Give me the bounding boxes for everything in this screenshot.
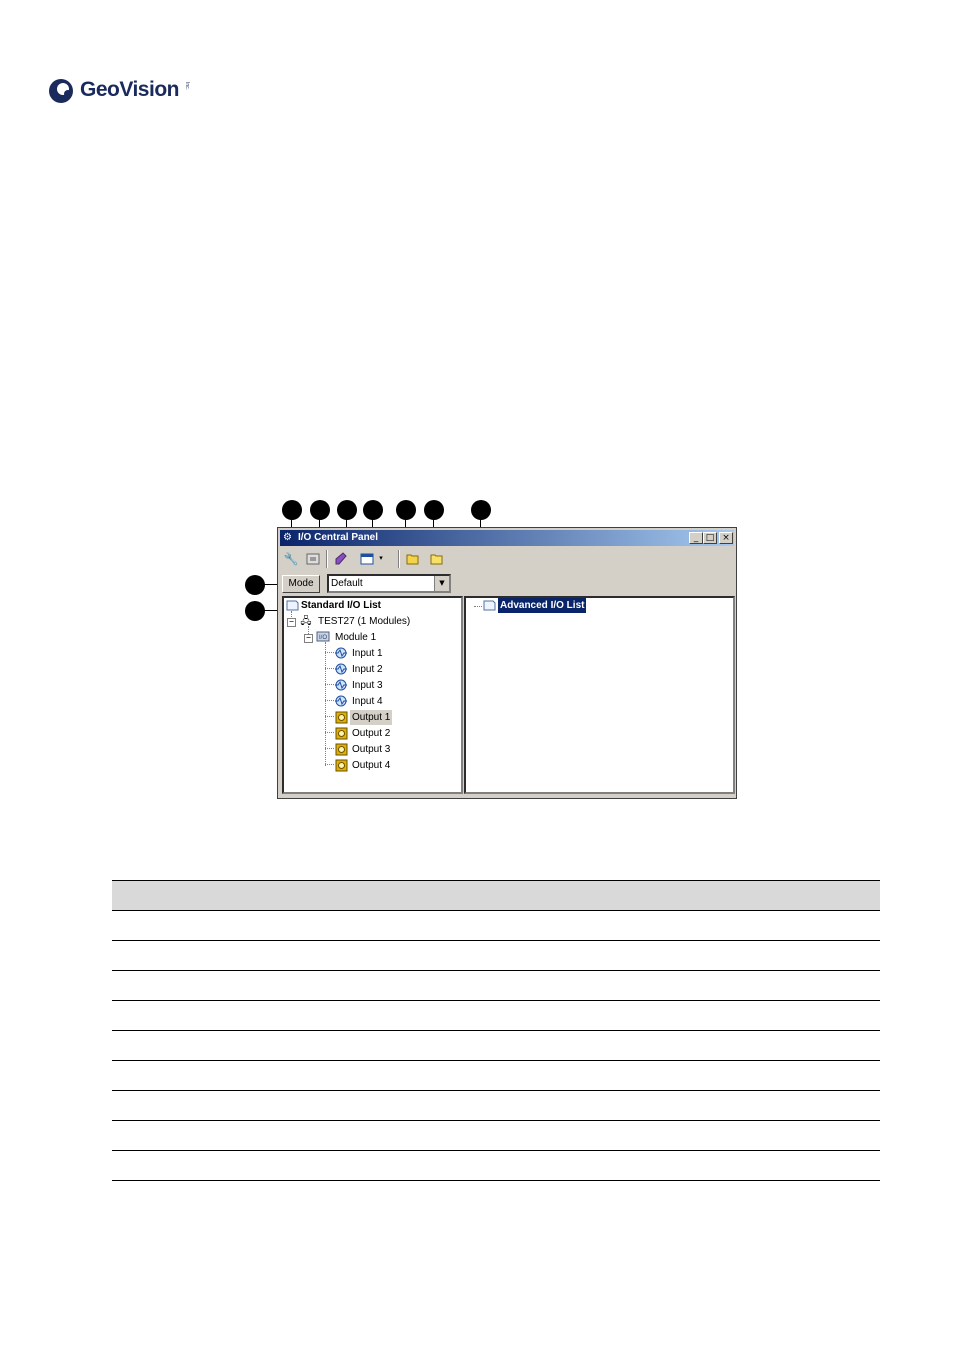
mode-button[interactable]: Mode	[282, 575, 320, 593]
maximize-button[interactable]: □	[703, 532, 717, 544]
table-cell	[112, 1090, 880, 1121]
description-table	[112, 880, 880, 1181]
tree-node-module[interactable]: − I/O Module 1	[284, 630, 459, 645]
table-cell	[112, 880, 880, 911]
host-computer-icon: 🖧	[300, 616, 312, 627]
input-signal-icon	[334, 679, 348, 692]
standard-io-pane[interactable]: Standard I/O List − 🖧 TEST27 (1 Modules)…	[282, 596, 463, 794]
callout-7	[471, 500, 491, 520]
tree-node-input[interactable]: Input 1	[284, 646, 459, 661]
tree-node-input[interactable]: Input 3	[284, 678, 459, 693]
geovision-logo-mark-icon	[49, 79, 73, 103]
brand-name: GeoVision	[80, 78, 179, 101]
tree-node-output[interactable]: Output 2	[284, 726, 459, 741]
output-relay-icon	[334, 759, 348, 772]
callout-1	[282, 500, 302, 520]
tree-node-output[interactable]: Output 1	[284, 710, 459, 725]
window-title: I/O Central Panel	[298, 532, 379, 543]
table-row	[112, 1060, 880, 1091]
tree-node-input[interactable]: Input 2	[284, 662, 459, 677]
toolbar-separator	[326, 550, 328, 568]
mode-select[interactable]: Default ▼	[327, 574, 451, 593]
table-cell	[112, 970, 880, 1001]
folder-icon[interactable]	[428, 550, 446, 568]
toolbar-separator	[398, 550, 400, 568]
chevron-down-icon[interactable]: ▼	[434, 576, 449, 591]
table-row	[112, 970, 880, 1001]
tree-node-host[interactable]: − 🖧 TEST27 (1 Modules)	[284, 614, 459, 629]
list-document-icon	[482, 599, 496, 612]
callout-4	[363, 500, 383, 520]
input-signal-icon	[334, 695, 348, 708]
mode-select-value: Default	[331, 578, 363, 589]
layout-icon[interactable]	[358, 550, 376, 568]
tree-label: Input 1	[352, 648, 383, 659]
tree-node-output[interactable]: Output 3	[284, 742, 459, 757]
callout-6	[424, 500, 444, 520]
table-row	[112, 1090, 880, 1121]
title-bar[interactable]: ⚙ I/O Central Panel _ □ ×	[280, 530, 734, 546]
table-cell	[112, 1060, 880, 1091]
tree-label: Output 2	[352, 728, 391, 739]
callout-2	[310, 500, 330, 520]
callout-9	[245, 601, 265, 621]
tree-label: Input 4	[352, 696, 383, 707]
advanced-io-pane[interactable]: Advanced I/O List	[464, 596, 735, 794]
tree-label: Input 2	[352, 664, 383, 675]
tree-label: Advanced I/O List	[498, 598, 587, 613]
collapse-icon[interactable]: −	[304, 634, 313, 643]
table-cell	[112, 910, 880, 941]
tree-label: Input 3	[352, 680, 383, 691]
tree-node-output[interactable]: Output 4	[284, 758, 459, 773]
table-cell	[112, 1000, 880, 1031]
callout-8	[245, 575, 265, 595]
tree-label: Output 4	[352, 760, 391, 771]
svg-text:I/O: I/O	[319, 635, 327, 641]
table-row	[112, 1120, 880, 1151]
tree-node-input[interactable]: Input 4	[284, 694, 459, 709]
app-icon: ⚙	[283, 532, 292, 543]
open-folder-icon[interactable]	[404, 550, 422, 568]
dropdown-arrow-icon[interactable]: ▾	[376, 550, 386, 568]
tree-label: Module 1	[335, 632, 377, 643]
tree-node-advanced-root[interactable]: Advanced I/O List	[466, 598, 726, 613]
table-cell	[112, 1150, 880, 1181]
wrench-icon[interactable]: 🔧	[282, 550, 300, 568]
callout-5	[396, 500, 416, 520]
io-module-icon: I/O	[316, 631, 330, 644]
output-relay-icon	[334, 727, 348, 740]
table-row	[112, 1000, 880, 1031]
tree-label: Standard I/O List	[301, 600, 382, 611]
close-button[interactable]: ×	[719, 532, 733, 544]
table-cell	[112, 1030, 880, 1061]
tree-label: TEST27 (1 Modules)	[318, 616, 411, 627]
tree-label: Output 1	[350, 710, 393, 725]
tree-label: Output 3	[352, 744, 391, 755]
module-icon[interactable]	[304, 550, 322, 568]
io-central-panel-window: ⚙ I/O Central Panel _ □ × 🔧 ▾ Mode Defau…	[277, 527, 737, 799]
list-document-icon	[285, 599, 299, 612]
tree-node-standard-root[interactable]: Standard I/O List	[284, 598, 459, 613]
pen-icon[interactable]	[332, 550, 350, 568]
output-relay-icon	[334, 743, 348, 756]
toolbar: 🔧 ▾	[280, 548, 734, 570]
collapse-icon[interactable]: −	[287, 618, 296, 627]
table-row	[112, 1150, 880, 1181]
table-cell	[112, 940, 880, 971]
output-relay-icon	[334, 711, 348, 724]
table-row	[112, 910, 880, 941]
minimize-button[interactable]: _	[689, 532, 703, 544]
brand-registered: Inc.	[184, 82, 190, 91]
input-signal-icon	[334, 647, 348, 660]
table-row	[112, 940, 880, 971]
table-row	[112, 1030, 880, 1061]
table-cell	[112, 1120, 880, 1151]
callout-3	[337, 500, 357, 520]
input-signal-icon	[334, 663, 348, 676]
table-header-row	[112, 880, 880, 911]
